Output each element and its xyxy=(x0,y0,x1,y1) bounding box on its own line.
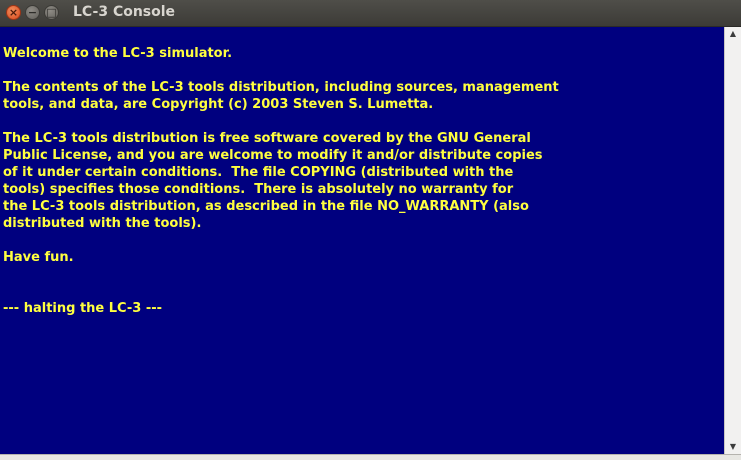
window-title: LC-3 Console xyxy=(73,4,176,20)
console-line: tools) specifies those conditions. There… xyxy=(3,182,514,197)
scroll-down-icon[interactable]: ▼ xyxy=(727,442,739,452)
console-line: Welcome to the LC-3 simulator. xyxy=(3,46,233,61)
console-line: Have fun. xyxy=(3,250,74,265)
close-icon[interactable]: × xyxy=(6,5,21,20)
scroll-up-icon[interactable]: ▲ xyxy=(727,29,739,39)
console-line: distributed with the tools). xyxy=(3,216,202,231)
console-output[interactable]: Welcome to the LC-3 simulator. The conten… xyxy=(0,27,724,454)
lc3-console-window: × − □ LC-3 Console Welcome to the LC-3 s… xyxy=(0,0,741,460)
vertical-scrollbar[interactable]: ▲ ▼ xyxy=(724,27,741,454)
title-bar[interactable]: × − □ LC-3 Console xyxy=(0,0,741,27)
bottom-edge xyxy=(0,454,741,460)
console-line: The contents of the LC-3 tools distribut… xyxy=(3,80,559,95)
maximize-icon[interactable]: □ xyxy=(44,5,59,20)
console-line: tools, and data, are Copyright (c) 2003 … xyxy=(3,97,434,112)
console-line: the LC-3 tools distribution, as describe… xyxy=(3,199,529,214)
console-line: The LC-3 tools distribution is free soft… xyxy=(3,131,531,146)
console-line: Public License, and you are welcome to m… xyxy=(3,148,543,163)
console-line: of it under certain conditions. The file… xyxy=(3,165,514,180)
console-line: --- halting the LC-3 --- xyxy=(3,301,163,316)
minimize-icon[interactable]: − xyxy=(25,5,40,20)
